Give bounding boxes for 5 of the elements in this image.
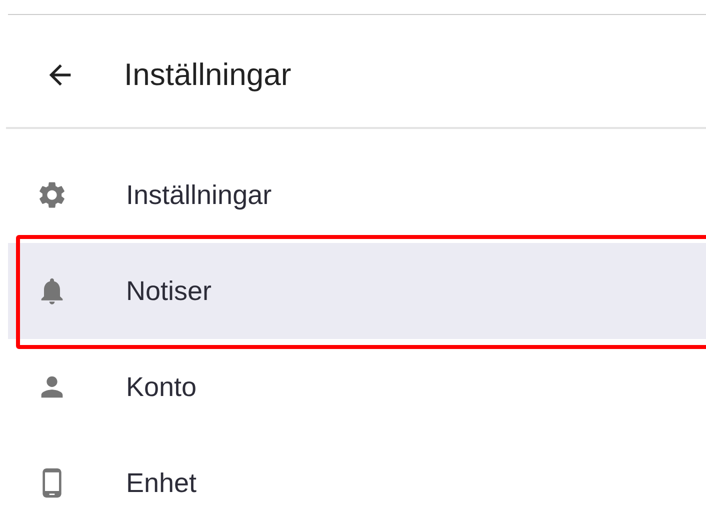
- menu-item[interactable]: Inställningar: [8, 147, 706, 243]
- menu-item[interactable]: Enhet: [8, 435, 706, 531]
- page-title: Inställningar: [124, 57, 292, 93]
- menu-item[interactable]: Notiser: [8, 243, 706, 339]
- menu-item[interactable]: Konto: [8, 339, 706, 435]
